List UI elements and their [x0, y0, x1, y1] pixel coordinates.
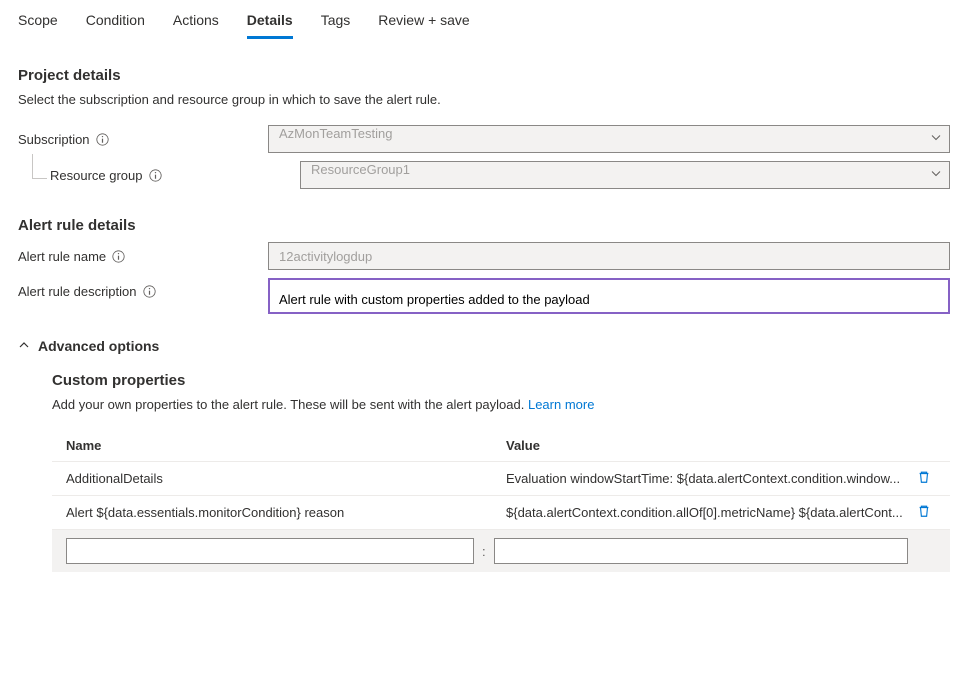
custom-properties-heading: Custom properties [52, 372, 950, 389]
tab-review-save[interactable]: Review + save [378, 6, 469, 39]
column-header-value: Value [506, 438, 912, 453]
alert-rule-desc-label: Alert rule description [18, 284, 137, 299]
resource-group-label: Resource group [50, 168, 143, 183]
trash-icon [917, 504, 931, 518]
advanced-options-label: Advanced options [38, 338, 159, 354]
property-value: Evaluation windowStartTime: ${data.alert… [506, 471, 912, 486]
subscription-label: Subscription [18, 132, 90, 147]
alert-rule-name-input[interactable] [268, 242, 950, 270]
custom-properties-table: Name Value AdditionalDetails Evaluation … [52, 430, 950, 572]
new-property-name-input[interactable] [66, 538, 474, 564]
delete-row-button[interactable] [912, 504, 936, 521]
custom-properties-desc: Add your own properties to the alert rul… [52, 397, 950, 412]
kv-separator: : [482, 544, 486, 559]
info-icon[interactable] [143, 285, 156, 298]
delete-row-button[interactable] [912, 470, 936, 487]
tab-tags[interactable]: Tags [321, 6, 351, 39]
alert-rule-name-label: Alert rule name [18, 249, 106, 264]
table-row: AdditionalDetails Evaluation windowStart… [52, 462, 950, 496]
alert-rule-details-heading: Alert rule details [18, 217, 950, 234]
tab-scope[interactable]: Scope [18, 6, 58, 39]
resource-group-select[interactable]: ResourceGroup1 [300, 161, 950, 189]
subscription-select[interactable]: AzMonTeamTesting [268, 125, 950, 153]
info-icon[interactable] [112, 250, 125, 263]
tab-actions[interactable]: Actions [173, 6, 219, 39]
tab-details[interactable]: Details [247, 6, 293, 39]
new-property-row: : [52, 530, 950, 572]
trash-icon [917, 470, 931, 484]
tab-bar: Scope Condition Actions Details Tags Rev… [18, 0, 950, 39]
info-icon[interactable] [149, 169, 162, 182]
subscription-value: AzMonTeamTesting [268, 125, 950, 153]
advanced-options-toggle[interactable]: Advanced options [18, 338, 950, 354]
resource-group-value: ResourceGroup1 [300, 161, 950, 189]
property-name: AdditionalDetails [66, 471, 506, 486]
table-row: Alert ${data.essentials.monitorCondition… [52, 496, 950, 530]
project-details-desc: Select the subscription and resource gro… [18, 92, 950, 107]
column-header-name: Name [66, 438, 506, 453]
new-property-value-input[interactable] [494, 538, 908, 564]
project-details-heading: Project details [18, 67, 950, 84]
property-name: Alert ${data.essentials.monitorCondition… [66, 505, 506, 520]
chevron-up-icon [18, 338, 30, 354]
info-icon[interactable] [96, 133, 109, 146]
tab-condition[interactable]: Condition [86, 6, 145, 39]
property-value: ${data.alertContext.condition.allOf[0].m… [506, 505, 912, 520]
alert-rule-desc-input[interactable] [268, 278, 950, 314]
learn-more-link[interactable]: Learn more [528, 397, 594, 412]
